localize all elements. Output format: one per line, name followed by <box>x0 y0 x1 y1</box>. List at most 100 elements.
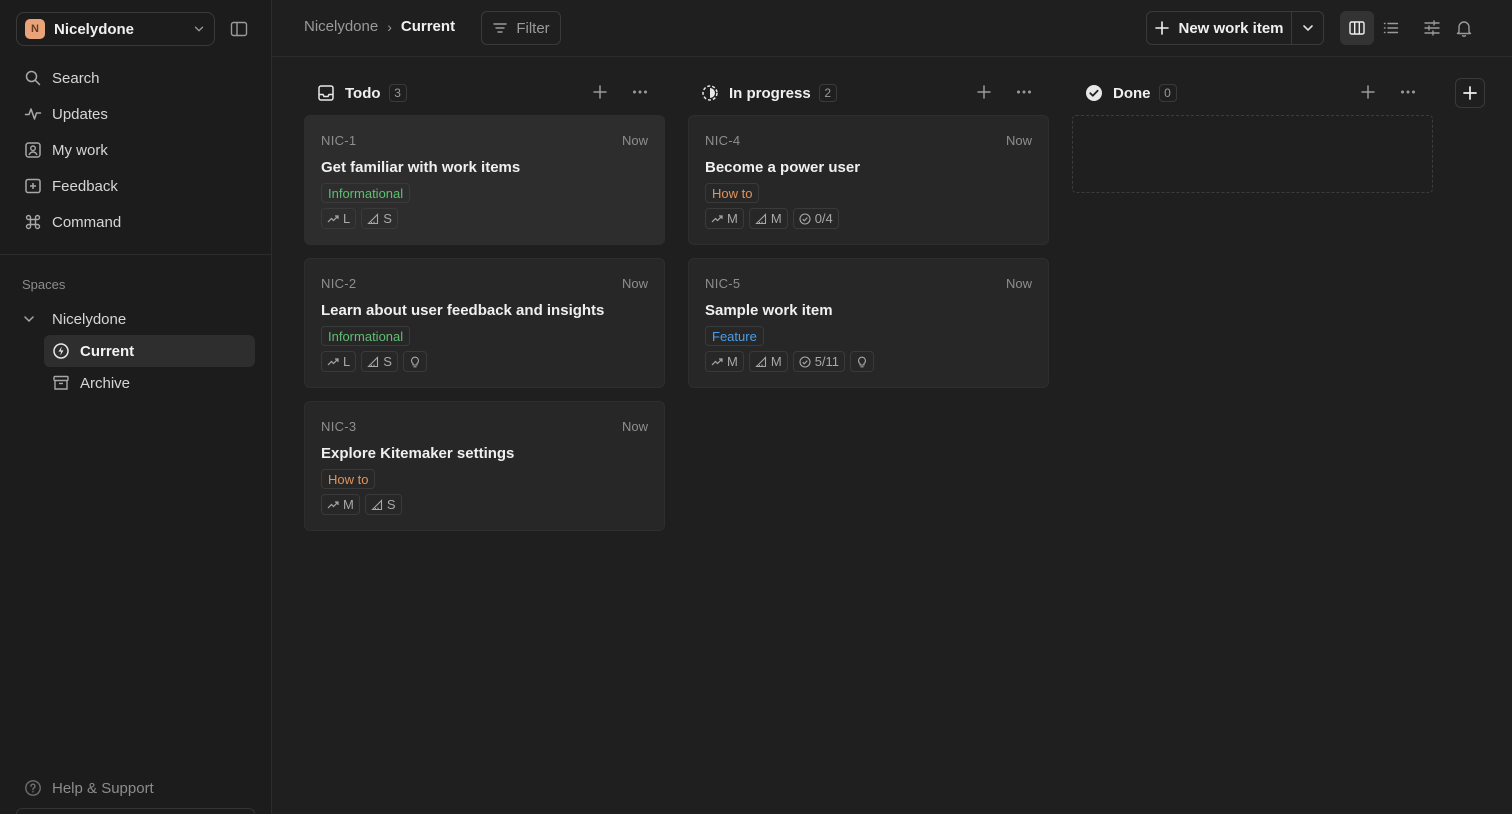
new-work-item-dropdown[interactable] <box>1292 12 1323 44</box>
new-work-item-button-group: New work item <box>1146 11 1324 45</box>
sidebar-toggle-icon[interactable] <box>229 19 249 39</box>
plus-icon[interactable] <box>975 83 993 101</box>
work-item-card[interactable]: NIC-2 Now Learn about user feedback and … <box>304 258 665 388</box>
size-chip[interactable]: M <box>748 351 788 372</box>
filter-button[interactable]: Filter <box>481 11 561 45</box>
sidebar: N Nicelydone Search Updates My work Feed… <box>0 0 272 814</box>
card-id: NIC-1 <box>321 133 357 148</box>
card-tag[interactable]: How to <box>705 183 760 203</box>
size-value: M <box>770 211 782 226</box>
space-item-current[interactable]: Current <box>44 335 255 367</box>
size-chip[interactable]: S <box>364 494 402 515</box>
column-count: 2 <box>818 84 837 102</box>
nav-item-label: Command <box>52 213 122 231</box>
card-title: Get familiar with work items <box>321 159 521 176</box>
breadcrumb: Nicelydone › Current <box>304 18 455 35</box>
more-icon[interactable] <box>1015 83 1033 101</box>
card-time: Now <box>621 419 648 434</box>
add-column-button[interactable] <box>1455 78 1485 108</box>
workspace-switcher[interactable]: N Nicelydone <box>16 12 215 46</box>
help-label: Help & Support <box>52 779 154 797</box>
priority-chip[interactable]: M <box>705 351 744 372</box>
size-value: S <box>383 211 392 226</box>
column-title: Todo <box>345 84 381 102</box>
in-progress-icon <box>702 85 718 101</box>
nav-item-label: Feedback <box>52 177 118 195</box>
space-item-label: Current <box>80 342 135 360</box>
card-title: Sample work item <box>705 302 833 319</box>
checklist-chip[interactable]: 0/4 <box>792 208 839 229</box>
card-id: NIC-5 <box>705 276 741 291</box>
nav-item-updates[interactable]: Updates <box>16 96 256 132</box>
list-view-button[interactable] <box>1374 11 1408 45</box>
priority-chip[interactable]: M <box>705 208 744 229</box>
inbox-icon <box>318 85 334 101</box>
trend-up-icon <box>711 357 723 365</box>
bell-icon[interactable] <box>1454 18 1474 38</box>
card-meta: L S <box>321 208 398 229</box>
priority-value: L <box>343 354 351 369</box>
work-item-card[interactable]: NIC-5 Now Sample work item Feature M M 5… <box>688 258 1049 388</box>
card-title: Become a power user <box>705 159 861 176</box>
sliders-icon[interactable] <box>1422 18 1442 38</box>
card-tag[interactable]: Informational <box>321 326 411 346</box>
ruler-icon <box>371 498 382 510</box>
chevron-down-icon <box>1302 25 1313 32</box>
new-work-item-button[interactable]: New work item <box>1147 12 1292 44</box>
plus-icon <box>1155 21 1170 35</box>
card-id: NIC-3 <box>321 419 357 434</box>
more-icon[interactable] <box>631 83 649 101</box>
column-title: In progress <box>729 84 811 102</box>
card-tag[interactable]: How to <box>321 469 376 489</box>
priority-chip[interactable]: M <box>321 494 360 515</box>
work-item-card[interactable]: NIC-3 Now Explore Kitemaker settings How… <box>304 401 665 531</box>
size-chip[interactable]: M <box>748 208 788 229</box>
trend-up-icon <box>327 214 339 222</box>
size-value: M <box>770 354 782 369</box>
plus-icon[interactable] <box>591 83 609 101</box>
checklist-chip[interactable]: 5/11 <box>792 351 846 372</box>
card-time: Now <box>1005 133 1032 148</box>
breadcrumb-current: Current <box>400 18 456 35</box>
more-icon[interactable] <box>1399 83 1417 101</box>
board-view-button[interactable] <box>1340 11 1374 45</box>
work-item-card[interactable]: NIC-1 Now Get familiar with work items I… <box>304 115 665 245</box>
card-tag[interactable]: Informational <box>321 183 411 203</box>
nav-item-my-work[interactable]: My work <box>16 132 256 168</box>
nav-item-feedback[interactable]: Feedback <box>16 168 256 204</box>
ruler-icon <box>755 212 766 224</box>
space-item-archive[interactable]: Archive <box>44 367 255 399</box>
breadcrumb-parent[interactable]: Nicelydone <box>304 18 378 35</box>
size-chip[interactable]: S <box>361 208 398 229</box>
priority-value: M <box>727 211 738 226</box>
column-header-done: Done 0 <box>1085 80 1177 106</box>
insight-chip[interactable] <box>850 351 875 372</box>
trend-up-icon <box>327 357 339 365</box>
ruler-icon <box>367 355 379 367</box>
archive-icon <box>53 375 69 390</box>
space-nicelydone[interactable]: Nicelydone <box>22 307 126 331</box>
lightbulb-icon <box>410 356 419 367</box>
priority-chip[interactable]: L <box>321 208 357 229</box>
new-work-item-label: New work item <box>1178 19 1284 37</box>
filter-label: Filter <box>516 19 550 37</box>
work-item-card[interactable]: NIC-4 Now Become a power user How to M M… <box>688 115 1049 245</box>
plus-icon[interactable] <box>1359 83 1377 101</box>
chevron-down-icon <box>194 26 204 32</box>
size-chip[interactable]: S <box>361 351 398 372</box>
card-id: NIC-2 <box>321 276 357 291</box>
user-square-icon <box>25 142 41 158</box>
help-support-link[interactable]: Help & Support <box>24 779 154 797</box>
card-meta: M M 5/11 <box>705 351 875 372</box>
nav-item-command[interactable]: Command <box>16 204 256 240</box>
card-tag[interactable]: Feature <box>705 326 764 346</box>
priority-chip[interactable]: L <box>321 351 357 372</box>
insight-chip[interactable] <box>402 351 427 372</box>
breadcrumb-separator: › <box>387 18 392 35</box>
card-title: Learn about user feedback and insights <box>321 302 605 319</box>
nav-item-search[interactable]: Search <box>16 60 256 96</box>
done-empty-dropzone[interactable] <box>1072 115 1433 193</box>
filter-icon <box>493 23 508 33</box>
list-icon <box>1383 22 1399 34</box>
chevron-down-icon <box>24 316 34 323</box>
